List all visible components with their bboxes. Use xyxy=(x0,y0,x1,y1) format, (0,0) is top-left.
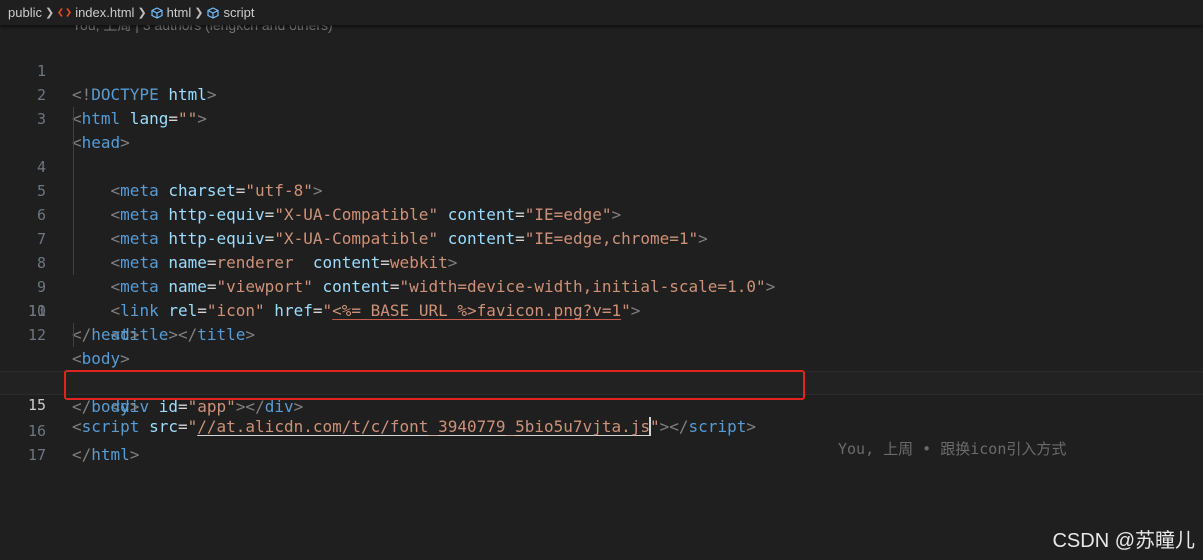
indent-guide xyxy=(73,227,74,251)
code-line[interactable]: 2 <html lang=""> xyxy=(0,59,1203,128)
line-content: </html> xyxy=(72,445,140,464)
breadcrumb-item-public[interactable]: public xyxy=(8,5,42,20)
breadcrumb-item-script[interactable]: script xyxy=(207,5,255,20)
line-number: 17 xyxy=(27,446,46,464)
code-line[interactable]: 14 </body> xyxy=(0,347,1203,416)
indent-guide xyxy=(73,203,74,227)
chevron-right-icon: ❯ xyxy=(44,7,55,19)
symbol-element-icon xyxy=(151,6,163,19)
chevron-right-icon: ❯ xyxy=(194,7,204,19)
code-line[interactable]: 11 </head> xyxy=(0,275,1203,344)
code-line[interactable]: 1 <!DOCTYPE html> xyxy=(0,35,1203,104)
indent-guide xyxy=(73,155,74,179)
code-line-current[interactable]: 15 <script src="//at.alicdn.com/t/c/font… xyxy=(0,371,1203,458)
code-line[interactable]: 13 <div id="app"></div> xyxy=(0,323,1203,416)
code-line[interactable]: 6 <meta http-equiv="X-UA-Compatible" con… xyxy=(0,155,1203,248)
breadcrumb-label: script xyxy=(223,5,255,20)
chevron-right-icon: ❯ xyxy=(137,7,147,19)
indent-guide xyxy=(73,107,74,131)
code-line[interactable]: 7 <meta name=renderer content=webkit> xyxy=(0,179,1203,272)
code-line[interactable]: 8 <meta name="viewport" content="width=d… xyxy=(0,203,1203,296)
indent-guide xyxy=(73,131,74,155)
code-line[interactable]: 4 <meta charset="utf-8"> xyxy=(0,107,1203,200)
code-line[interactable]: 16 </html> xyxy=(0,395,1203,464)
indent-guide xyxy=(73,323,74,347)
breadcrumb-label: public xyxy=(8,5,42,20)
code-line[interactable]: 10 <title></title> xyxy=(0,251,1203,344)
symbol-element-icon xyxy=(207,6,220,19)
html-file-icon xyxy=(58,7,72,18)
code-line[interactable]: 17 xyxy=(0,419,1203,464)
breadcrumb-item-html[interactable]: html xyxy=(151,5,192,20)
indent-guide xyxy=(73,251,74,275)
breadcrumb: public ❯ index.html ❯ html ❯ script xyxy=(0,0,1203,25)
breadcrumb-label: index.html xyxy=(75,5,135,20)
csdn-watermark: CSDN @苏瞳儿 xyxy=(1052,530,1195,552)
breadcrumb-item-index-html[interactable]: index.html xyxy=(58,5,134,20)
breadcrumb-label: html xyxy=(166,5,192,20)
code-line[interactable]: 9 <link rel="icon" href="<%= BASE_URL %>… xyxy=(0,227,1203,320)
code-line[interactable]: 5 <meta http-equiv="X-UA-Compatible" con… xyxy=(0,131,1203,224)
code-editor[interactable]: 1 <!DOCTYPE html> 2 <html lang=""> 3 <he… xyxy=(0,35,1203,464)
indent-guide xyxy=(73,179,74,203)
code-line[interactable]: 12 <body> xyxy=(0,299,1203,368)
code-line[interactable]: 3 <head> xyxy=(0,83,1203,152)
